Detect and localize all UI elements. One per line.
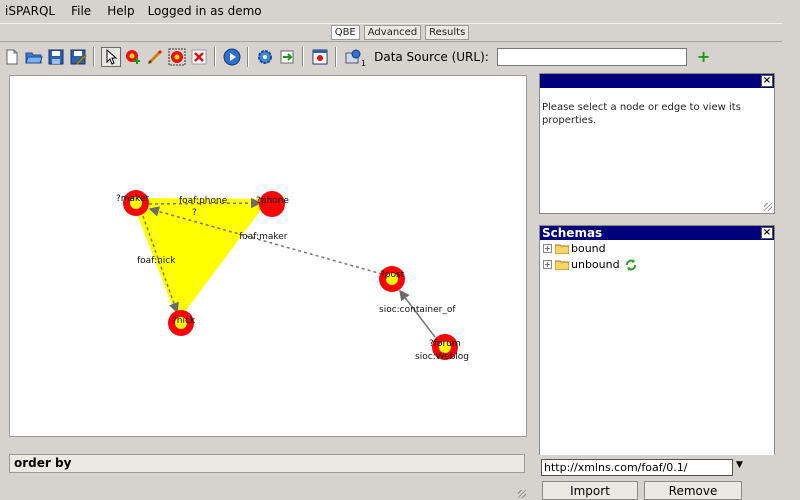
tree-item-bound[interactable]: + bound: [540, 241, 774, 256]
datasource-label: Data Source (URL):: [374, 50, 489, 64]
schemas-header: Schemas ×: [540, 226, 774, 240]
properties-message: Please select a node or edge to view its…: [542, 102, 741, 126]
edge-label: foaf:maker: [239, 232, 288, 242]
node-label: ?phone: [256, 196, 289, 206]
delete-button[interactable]: [189, 47, 209, 67]
run-query-button[interactable]: [222, 47, 242, 67]
refresh-icon[interactable]: [624, 258, 638, 272]
remove-button[interactable]: Remove: [644, 481, 742, 500]
dataset-button[interactable]: [343, 47, 363, 67]
tree-item-unbound[interactable]: + unbound: [540, 257, 774, 272]
schemas-panel: Schemas × + bound + unbound: [539, 225, 775, 455]
new-button[interactable]: [2, 47, 22, 67]
load-icon: [280, 50, 294, 64]
folder-icon: [555, 244, 569, 254]
properties-panel: × Please select a node or edge to view i…: [539, 73, 775, 214]
order-by-bar[interactable]: order by: [9, 454, 525, 473]
menu-help[interactable]: Help: [107, 4, 134, 18]
tab-advanced[interactable]: Advanced: [363, 25, 422, 40]
new-icon: [6, 49, 18, 65]
login-status: Logged in as demo: [147, 4, 262, 18]
open-icon: [25, 52, 43, 64]
app-title: iSPARQL: [5, 4, 56, 18]
toolbar-separator: [335, 47, 336, 67]
options-icon: [312, 49, 328, 65]
expand-icon[interactable]: +: [543, 244, 552, 253]
options-button[interactable]: [310, 47, 330, 67]
select-icon: [106, 48, 118, 65]
tree-item-label: unbound: [571, 258, 620, 271]
dataset-count: 1: [361, 58, 367, 68]
close-icon[interactable]: ×: [761, 227, 773, 239]
edge-label: ?: [192, 208, 197, 218]
open-button[interactable]: [24, 47, 44, 67]
graph-svg: [123, 190, 458, 360]
resize-grip-icon[interactable]: [764, 203, 772, 211]
add-datasource-icon[interactable]: +: [697, 49, 710, 65]
close-icon[interactable]: ×: [761, 75, 773, 87]
resize-grip-icon[interactable]: [518, 490, 526, 498]
edge-label: sioc:container_of: [379, 305, 456, 315]
node-label: ?maker: [116, 194, 150, 204]
menubar: iSPARQL File Help Logged in as demo: [0, 0, 800, 22]
node-label: ?forum: [429, 339, 461, 349]
chevron-down-icon[interactable]: ▼: [736, 460, 743, 470]
save-icon: [48, 49, 64, 65]
tab-qbe[interactable]: QBE: [330, 25, 360, 40]
schemas-title: Schemas: [542, 226, 603, 240]
edge-label: sioc:Weblog: [415, 352, 470, 362]
draw-edge-button[interactable]: [145, 47, 165, 67]
add-node-icon: [126, 50, 140, 64]
select-tool-button[interactable]: [101, 47, 121, 67]
expand-icon[interactable]: +: [543, 260, 552, 269]
import-button[interactable]: Import: [542, 481, 638, 500]
node-label: ?nick: [172, 316, 196, 326]
window-edge: [782, 0, 800, 500]
tree-item-label: bound: [571, 242, 606, 255]
save-as-icon: [70, 49, 87, 65]
add-group-icon: [168, 48, 186, 66]
add-group-button[interactable]: [167, 47, 187, 67]
save-as-button[interactable]: [68, 47, 88, 67]
schema-url-select[interactable]: http://xmlns.com/foaf/0.1/: [541, 459, 733, 476]
query-canvas[interactable]: ?maker ?phone ?nick ?post ?forum foaf:ph…: [9, 75, 527, 437]
datasource-input[interactable]: [496, 48, 687, 66]
toolbar: 1 Data Source (URL): +: [0, 44, 800, 70]
toolbar-separator: [93, 47, 94, 67]
toolbar-separator: [302, 47, 303, 67]
properties-header: ×: [540, 74, 774, 88]
dataset-icon: [345, 49, 361, 64]
load-button[interactable]: [277, 47, 297, 67]
node-label: ?post: [380, 270, 405, 280]
delete-icon: [191, 49, 207, 65]
tab-bar: QBE Advanced Results: [0, 23, 800, 42]
tab-results[interactable]: Results: [425, 25, 470, 40]
folder-icon: [555, 260, 569, 270]
draw-edge-icon: [147, 49, 163, 65]
run-icon: [223, 48, 241, 66]
save-button[interactable]: [46, 47, 66, 67]
menu-file[interactable]: File: [71, 4, 91, 18]
edge-label: foaf:nick: [137, 256, 176, 266]
toolbar-separator: [214, 47, 215, 67]
edge-label: foaf:phone: [179, 196, 228, 206]
toolbar-separator: [247, 47, 248, 67]
generate-button[interactable]: [255, 47, 275, 67]
add-node-button[interactable]: [123, 47, 143, 67]
generate-icon: [258, 50, 272, 64]
